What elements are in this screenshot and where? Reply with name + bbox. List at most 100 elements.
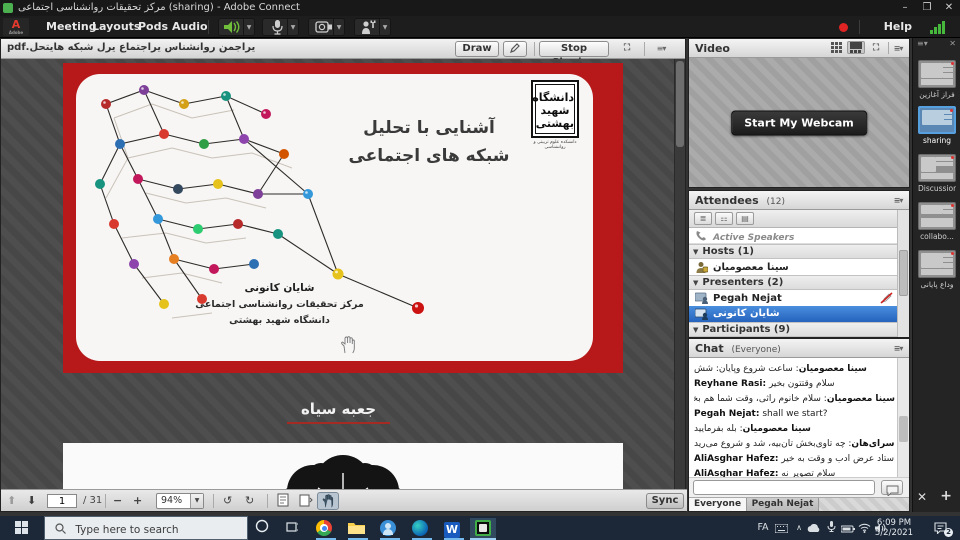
menu-help[interactable]: Help [884, 16, 912, 38]
attendee-row-selected[interactable]: شایان کانونی [689, 306, 897, 322]
maximize-icon[interactable]: ❒ [916, 0, 938, 15]
chrome-icon[interactable] [314, 518, 334, 538]
page-down-icon[interactable]: ⬇ [27, 493, 36, 509]
fit-page-icon[interactable] [277, 493, 289, 509]
speaker-button[interactable] [218, 18, 244, 36]
menu-meeting[interactable]: Meeting [46, 16, 97, 38]
speaker-dropdown-icon[interactable]: ▼ [244, 18, 255, 36]
send-chat-icon[interactable] [881, 480, 903, 495]
file-explorer-icon[interactable] [346, 518, 366, 538]
hand-cursor-icon [340, 336, 356, 354]
taskbar-clock[interactable]: 6:09 PM 5/2/2021 [868, 518, 920, 538]
chat-scrollbar[interactable] [897, 358, 909, 477]
adobe-connect-taskbar-icon[interactable] [470, 518, 496, 538]
action-center-icon[interactable]: 2 [930, 516, 950, 540]
chat-message-input[interactable] [693, 480, 875, 495]
shared-document-canvas[interactable]: آشنایی با تحلیل شبکه های اجتماعی دانشگاه… [1, 59, 676, 491]
zoom-out-icon[interactable]: − [113, 493, 122, 509]
layout-item-collaboration[interactable]: collabo... [918, 202, 956, 241]
breakout-view-icon[interactable]: ⚏ [715, 212, 733, 225]
start-webcam-button[interactable]: Start My Webcam [731, 110, 867, 135]
pod-menu-icon[interactable]: ≡▾ [889, 42, 907, 55]
chat-scrollbar-thumb[interactable] [899, 416, 908, 442]
chevron-down-icon[interactable]: ▼ [190, 494, 203, 508]
task-view-icon[interactable] [282, 518, 302, 538]
fullscreen-icon[interactable]: ⛶ [619, 42, 635, 55]
pod-menu-icon[interactable]: ≡▾ [889, 194, 907, 207]
menu-audio[interactable]: Audio [172, 16, 208, 38]
chat-tab-private[interactable]: Pegah Nejat [747, 498, 819, 511]
menu-layouts[interactable]: Layouts [92, 16, 140, 38]
layout-label: collabo... [918, 232, 956, 241]
menu-pods[interactable]: Pods [138, 16, 168, 38]
list-view-icon[interactable]: ≣ [694, 212, 712, 225]
grid-view-icon[interactable] [829, 42, 845, 55]
stop-sharing-button[interactable]: Stop Sharing [539, 41, 609, 57]
minimize-icon[interactable]: – [894, 0, 916, 15]
layout-item-sharing[interactable]: sharing [918, 106, 956, 145]
webcam-button[interactable] [308, 18, 334, 36]
brain-graphic [258, 453, 428, 491]
layout-item-opening[interactable]: فراز آغازین [918, 60, 956, 99]
people-app-icon[interactable] [378, 518, 398, 538]
divider [105, 494, 106, 508]
chat-tab-everyone[interactable]: Everyone [689, 498, 747, 511]
sync-button[interactable]: Sync [646, 493, 684, 509]
touch-keyboard-icon[interactable] [772, 516, 790, 540]
rail-menu-icon[interactable]: ≡▾ [917, 39, 928, 48]
status-view-icon[interactable]: ▤ [736, 212, 754, 225]
language-indicator[interactable]: FA [754, 516, 772, 540]
draw-button[interactable]: Draw [455, 41, 499, 57]
attendees-scrollbar-thumb[interactable] [899, 250, 908, 296]
hosts-group-header[interactable]: ▼Hosts (1) [689, 244, 897, 259]
taskbar-search[interactable]: Type here to search [44, 516, 248, 540]
rail-close-icon[interactable]: ✕ [949, 39, 956, 48]
raise-hand-button[interactable] [354, 18, 380, 36]
video-pod-header: Video ⛶ ≡▾ [689, 39, 909, 58]
phone-icon [695, 230, 707, 241]
word-icon[interactable]: W [442, 518, 462, 538]
layout-label: sharing [918, 136, 956, 145]
pod-menu-icon[interactable]: ≡▾ [651, 42, 671, 55]
chat-message: سینا معصومیان: سلام خانوم راثی، وقت شما … [694, 394, 895, 404]
close-icon[interactable]: ✕ [938, 0, 960, 15]
participants-group-header[interactable]: ▼Participants (9) [689, 322, 897, 337]
battery-icon[interactable] [840, 516, 856, 540]
attendee-row-host[interactable]: سینا معصومیان [689, 260, 897, 275]
raise-hand-dropdown-icon[interactable]: ▼ [380, 18, 391, 36]
hidden-icons-chevron[interactable]: ∧ [792, 516, 806, 540]
share-scrollbar[interactable] [674, 59, 685, 491]
attendees-scrollbar[interactable] [897, 210, 909, 337]
cortana-icon[interactable] [252, 518, 272, 538]
layout-item-discussion[interactable]: Discussion [918, 154, 956, 193]
page-up-icon[interactable]: ⬆ [7, 493, 16, 509]
microphone-dropdown-icon[interactable]: ▼ [288, 18, 299, 36]
rotate-right-icon[interactable]: ↻ [245, 493, 254, 509]
fit-width-icon[interactable] [299, 493, 313, 509]
webcam-dropdown-icon[interactable]: ▼ [334, 18, 345, 36]
attendee-row-presenter[interactable]: Pegah Nejat [689, 291, 897, 306]
rotate-left-icon[interactable]: ↺ [223, 493, 232, 509]
presenters-group-header[interactable]: ▼Presenters (2) [689, 275, 897, 290]
zoom-level-select[interactable]: 94% ▼ [156, 493, 204, 509]
pan-tool-button[interactable] [317, 492, 339, 510]
chat-message: AliAsghar Hafez: سلام استاد عرض ادب و وق… [694, 454, 895, 464]
zoom-in-icon[interactable]: + [133, 493, 142, 509]
fullscreen-icon[interactable]: ⛶ [869, 42, 883, 55]
page-number-input[interactable] [47, 494, 77, 508]
pod-add-icon[interactable]: + [940, 488, 952, 504]
share-scrollbar-thumb[interactable] [676, 61, 684, 147]
pod-menu-icon[interactable]: ≡▾ [889, 342, 907, 355]
divider [267, 494, 268, 508]
microphone-tray-icon[interactable] [824, 516, 838, 540]
chat-message: سرای‌هان: چه تاوی‌بخش تان‌بیه، شد و شروع… [694, 439, 895, 449]
start-button[interactable] [0, 516, 44, 540]
pen-tool-button[interactable] [503, 41, 527, 57]
onedrive-icon[interactable] [806, 516, 822, 540]
video-pod-title: Video [695, 42, 730, 55]
pod-close-icon[interactable]: ✕ [917, 490, 927, 504]
filmstrip-view-icon[interactable] [847, 41, 865, 54]
layout-item-closing[interactable]: وداع پایانی [918, 250, 956, 289]
edge-icon[interactable] [410, 518, 430, 538]
microphone-button[interactable] [262, 18, 288, 36]
